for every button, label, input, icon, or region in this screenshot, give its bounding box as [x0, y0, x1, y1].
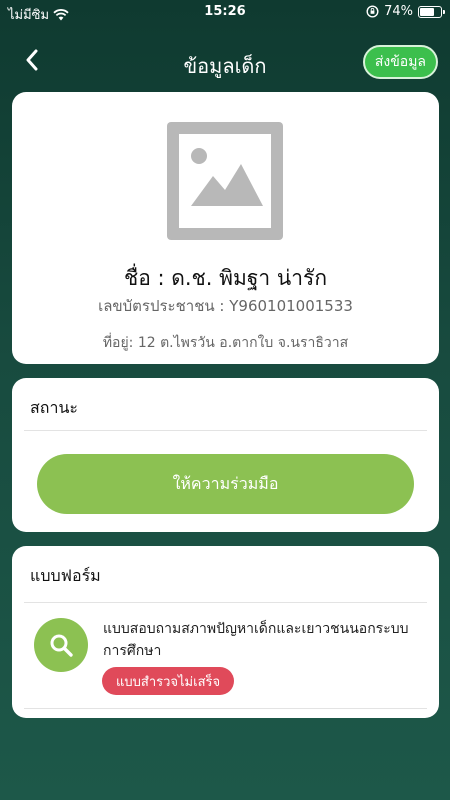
survey-status-badge: แบบสำรวจไม่เสร็จ [102, 667, 235, 695]
nav-bar: ข้อมูลเด็ก ส่งข้อมูล [0, 40, 450, 84]
search-icon [34, 618, 88, 672]
profile-card: ชื่อ : ด.ช. พิมฐา น่ารัก เลขบัตรประชาชน … [12, 92, 439, 364]
forms-divider [24, 602, 427, 603]
battery-level [420, 7, 435, 16]
status-heading: สถานะ [30, 398, 78, 417]
forms-heading: แบบฟอร์ม [30, 566, 101, 585]
status-right: 74% [366, 4, 445, 19]
child-address: ที่อยู่: 12 ต.ไพรวัน อ.ตากใบ จ.นราธิวาส [102, 335, 349, 351]
id-card-number: เลขบัตรประชาชน : Y960101001533 [98, 297, 353, 315]
orientation-lock-icon [366, 5, 379, 18]
form-item-divider [24, 708, 427, 709]
child-photo[interactable] [167, 122, 283, 240]
status-divider [24, 430, 427, 431]
status-bar: ไม่มีซิม 15:26 74% [0, 0, 450, 26]
forms-card: แบบฟอร์ม แบบสอบถามสภาพปัญหาเด็กและเยาวชน… [12, 546, 439, 718]
image-placeholder-icon [179, 134, 271, 228]
send-data-button[interactable]: ส่งข้อมูล [362, 45, 438, 79]
form-title: แบบสอบถามสภาพปัญหาเด็กและเยาวชนนอกระบบกา… [103, 621, 409, 659]
battery-icon [418, 5, 445, 18]
battery-percent: 74% [384, 4, 413, 19]
child-name: ชื่อ : ด.ช. พิมฐา น่ารัก [123, 266, 328, 290]
cooperation-status-button[interactable]: ให้ความร่วมมือ [37, 454, 414, 514]
form-list-item[interactable]: แบบสอบถามสภาพปัญหาเด็กและเยาวชนนอกระบบกา… [12, 604, 439, 708]
status-card: สถานะ ให้ความร่วมมือ [12, 378, 439, 532]
